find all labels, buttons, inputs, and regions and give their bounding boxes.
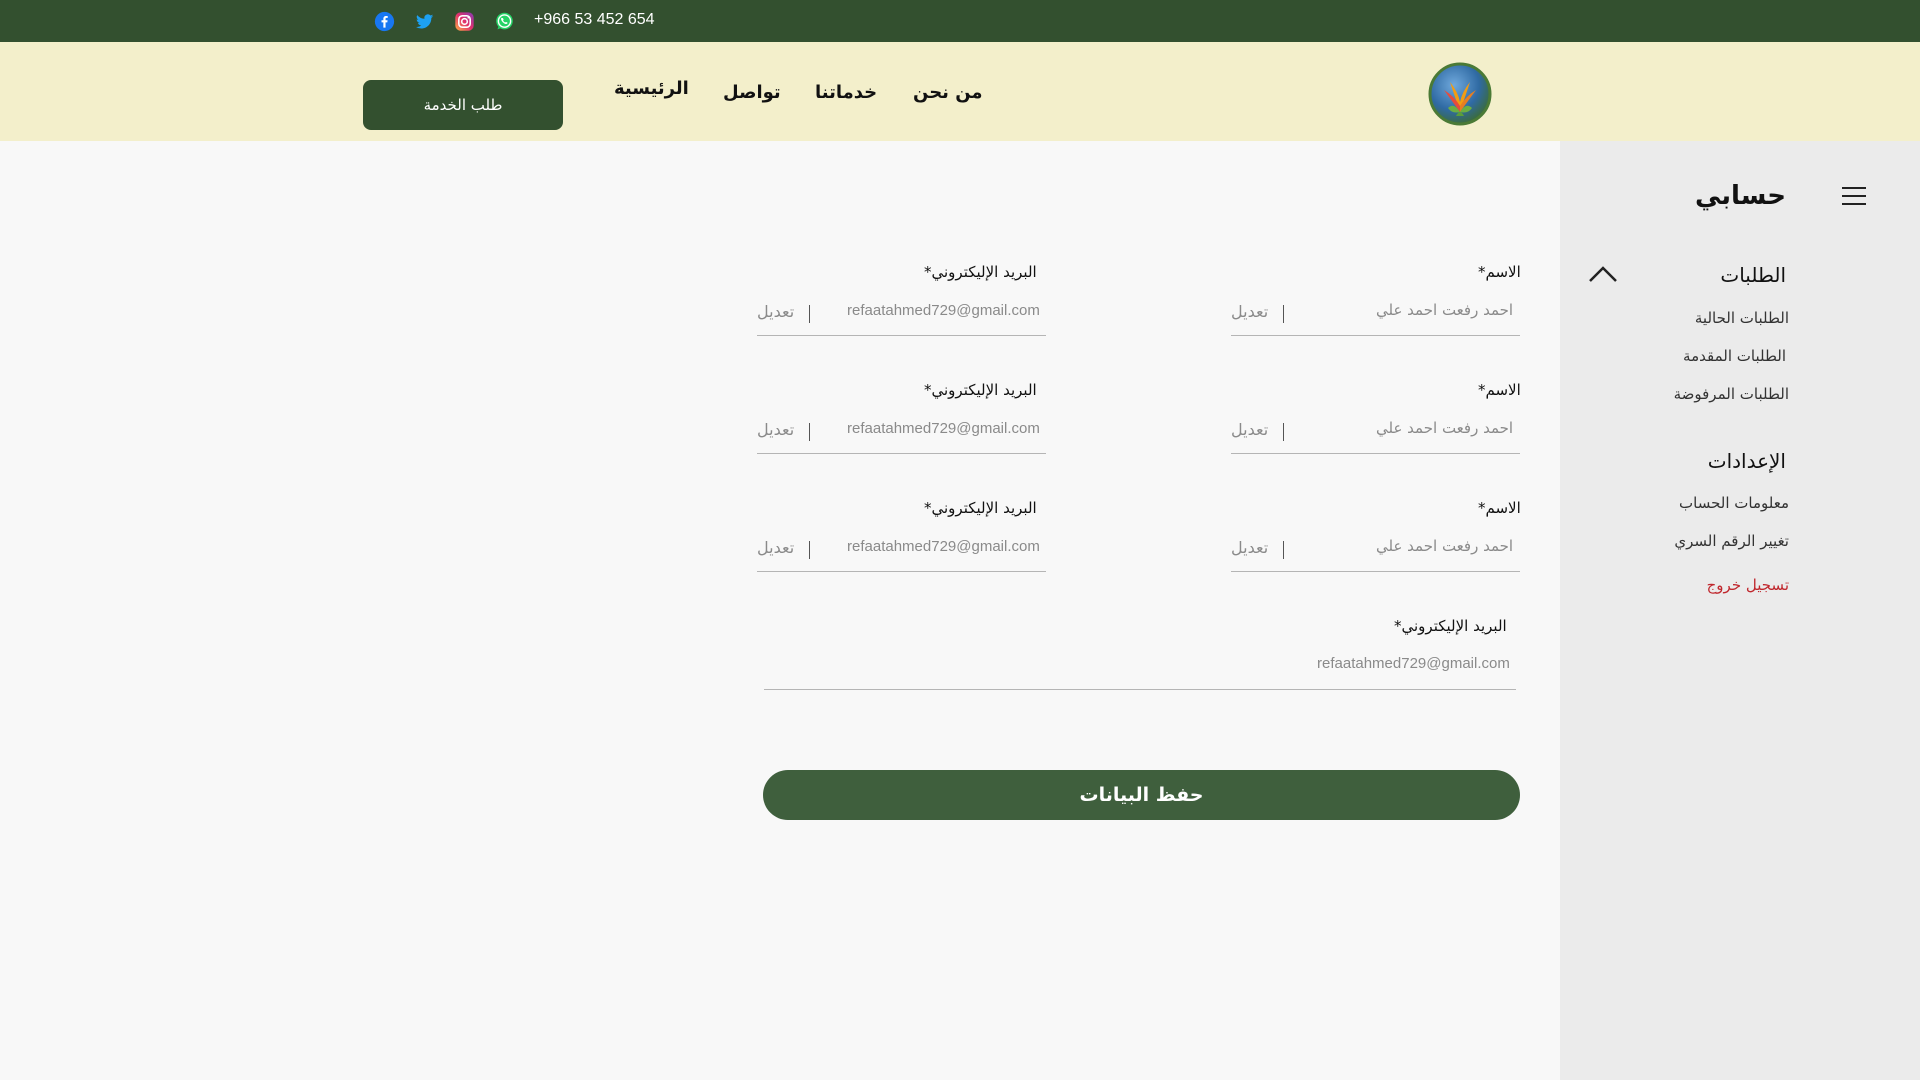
field-underline [1231, 335, 1520, 336]
whatsapp-icon[interactable] [494, 11, 515, 32]
email-field[interactable]: refaatahmed729@gmail.com [847, 538, 1040, 555]
email-field[interactable]: refaatahmed729@gmail.com [847, 420, 1040, 437]
phone-number: +966 53 452 654 [534, 11, 655, 28]
full-email-label: البريد الإليكتروني* [1394, 617, 1507, 635]
name-field[interactable]: احمد رفعت احمد علي [1376, 301, 1513, 319]
nav-services[interactable]: خدماتنا [815, 82, 877, 103]
field-underline [757, 335, 1046, 336]
email-label: البريد الإليكتروني* [924, 263, 1037, 281]
edit-name-button[interactable]: تعديل [1231, 302, 1268, 321]
chevron-up-icon[interactable] [1588, 265, 1618, 283]
field-underline [764, 689, 1516, 690]
top-bar: +966 53 452 654 [0, 0, 1920, 42]
settings-heading: الإعدادات [1707, 449, 1786, 473]
name-label: الاسم* [1478, 263, 1521, 281]
edit-name-button[interactable]: تعديل [1231, 538, 1268, 557]
nav-about[interactable]: من نحن [913, 82, 983, 103]
field-divider [1283, 423, 1284, 441]
field-underline [757, 453, 1046, 454]
logout-link[interactable]: تسجيل خروج [1707, 576, 1789, 594]
name-label: الاسم* [1478, 499, 1521, 517]
email-label: البريد الإليكتروني* [924, 381, 1037, 399]
sidebar-item-submitted-requests[interactable]: الطلبات المقدمة [1683, 347, 1786, 365]
logo[interactable] [1428, 62, 1492, 126]
name-field[interactable]: احمد رفعت احمد علي [1376, 537, 1513, 555]
field-divider [809, 305, 810, 323]
field-divider [809, 541, 810, 559]
menu-icon[interactable] [1842, 186, 1866, 206]
instagram-icon[interactable] [454, 11, 475, 32]
field-divider [809, 423, 810, 441]
full-email-field[interactable]: refaatahmed729@gmail.com [1317, 655, 1510, 672]
edit-email-button[interactable]: تعديل [757, 538, 794, 557]
sidebar-item-current-requests[interactable]: الطلبات الحالية [1695, 309, 1789, 327]
field-divider [1283, 305, 1284, 323]
field-underline [1231, 453, 1520, 454]
request-service-button[interactable]: طلب الخدمة [363, 80, 563, 130]
email-label: البريد الإليكتروني* [924, 499, 1037, 517]
site-header: طلب الخدمة الرئيسية تواصل خدماتنا من نحن [0, 42, 1920, 141]
facebook-icon[interactable] [374, 11, 395, 32]
twitter-icon[interactable] [414, 11, 435, 32]
edit-email-button[interactable]: تعديل [757, 302, 794, 321]
name-field[interactable]: احمد رفعت احمد علي [1376, 419, 1513, 437]
account-sidebar: حسابي الطلبات الطلبات الحالية الطلبات ال… [1560, 141, 1920, 1080]
requests-heading[interactable]: الطلبات [1720, 263, 1786, 287]
sidebar-item-rejected-requests[interactable]: الطلبات المرفوضة [1674, 385, 1789, 403]
sidebar-item-account-info[interactable]: معلومات الحساب [1679, 494, 1789, 512]
nav-contact[interactable]: تواصل [723, 82, 781, 103]
field-divider [1283, 541, 1284, 559]
email-field[interactable]: refaatahmed729@gmail.com [847, 302, 1040, 319]
edit-name-button[interactable]: تعديل [1231, 420, 1268, 439]
save-data-button[interactable]: حفظ البيانات [763, 770, 1520, 820]
field-underline [757, 571, 1046, 572]
nav-home[interactable]: الرئيسية [614, 78, 689, 99]
edit-email-button[interactable]: تعديل [757, 420, 794, 439]
sidebar-item-change-password[interactable]: تغيير الرقم السري [1674, 532, 1789, 550]
sidebar-title: حسابي [1694, 181, 1786, 211]
name-label: الاسم* [1478, 381, 1521, 399]
field-underline [1231, 571, 1520, 572]
